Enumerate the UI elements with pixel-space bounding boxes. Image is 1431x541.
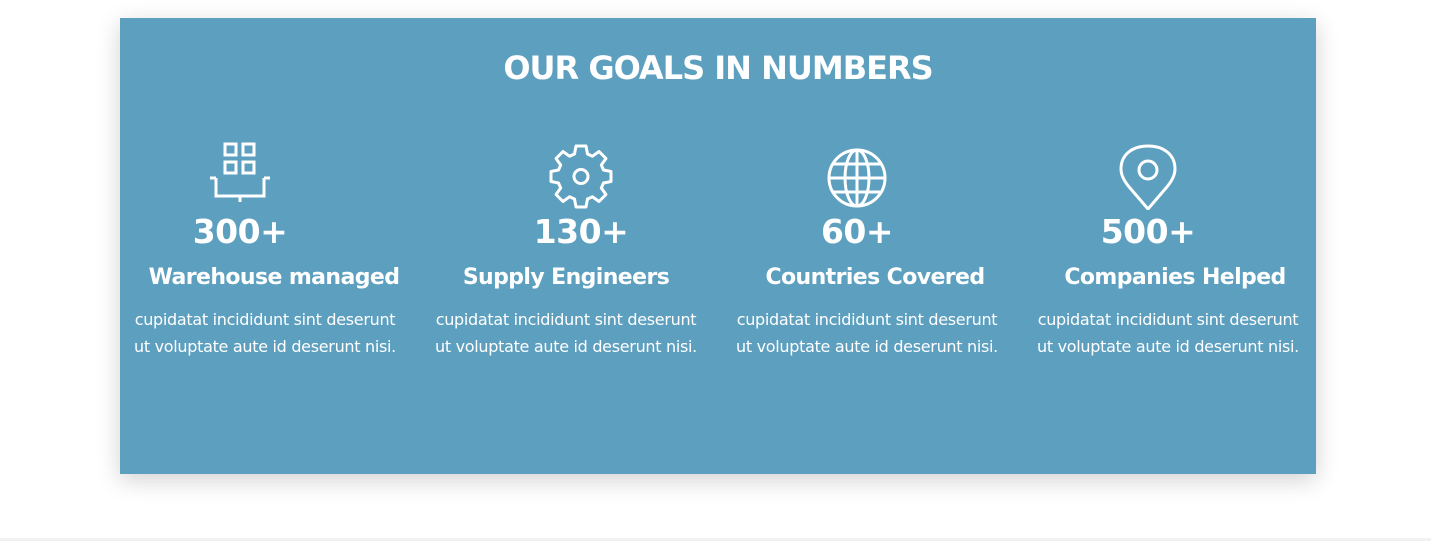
gear-icon (548, 138, 614, 210)
stat-description: cupidatat incididunt sint deserunt ut vo… (736, 310, 998, 356)
stat-label: Companies Helped (1064, 265, 1286, 290)
stat-label: Supply Engineers (462, 265, 670, 290)
page: OUR GOALS IN NUMBERS 300+ Warehouse mana… (0, 0, 1431, 541)
map-pin-icon (1115, 138, 1181, 211)
stat-number: 60+ (820, 212, 894, 251)
stat-description: cupidatat incididunt sint deserunt ut vo… (435, 310, 697, 356)
stat-description: cupidatat incididunt sint deserunt ut vo… (134, 310, 396, 356)
stat-number: 500+ (1100, 212, 1196, 251)
stat-item-companies: 500+ Companies Helped cupidatat incididu… (1023, 138, 1313, 360)
warehouse-icon (207, 138, 273, 210)
stat-label: Warehouse managed (148, 265, 400, 290)
stat-number: 130+ (533, 212, 629, 251)
stat-number: 300+ (192, 212, 288, 251)
section-title: OUR GOALS IN NUMBERS (503, 49, 933, 87)
stat-item-countries: 60+ Countries Covered cupidatat incididu… (722, 138, 1012, 360)
stat-description: cupidatat incididunt sint deserunt ut vo… (1037, 310, 1299, 356)
globe-icon (824, 138, 890, 210)
stat-item-warehouse: 300+ Warehouse managed cupidatat incidid… (120, 138, 410, 360)
goals-in-numbers-section: OUR GOALS IN NUMBERS 300+ Warehouse mana… (120, 18, 1316, 474)
stat-item-engineers: 130+ Supply Engineers cupidatat incididu… (421, 138, 711, 360)
stat-label: Countries Covered (765, 265, 985, 290)
